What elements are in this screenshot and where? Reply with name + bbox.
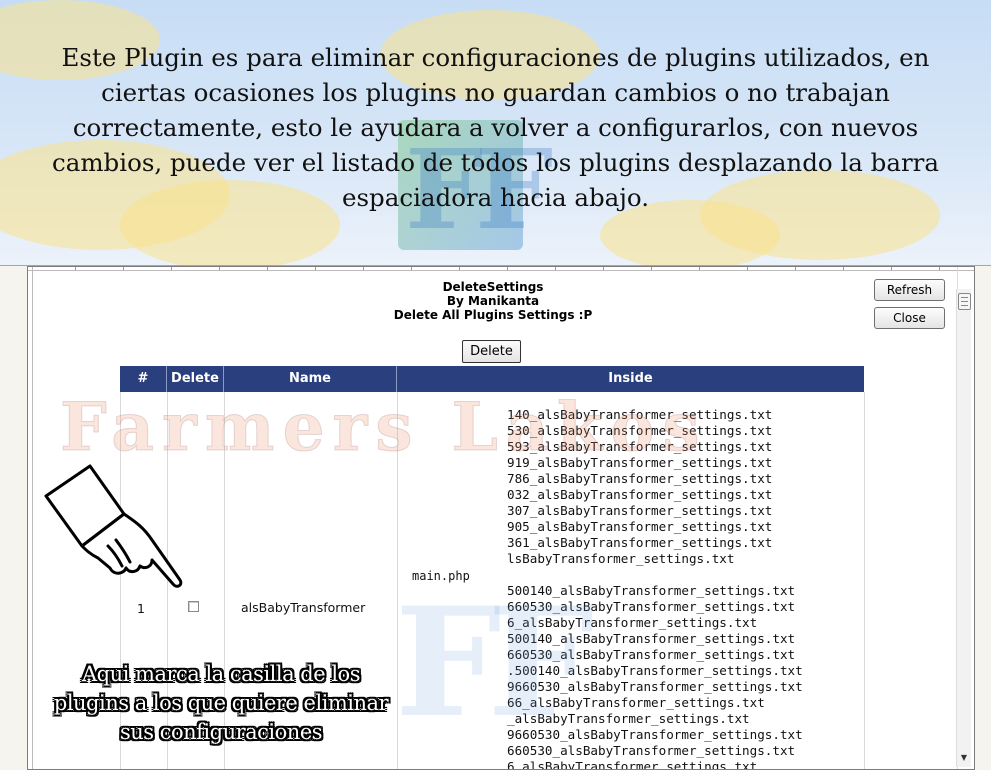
settings-file-item: 905_alsBabyTransformer_settings.txt (507, 519, 773, 534)
dialog-title: DeleteSettings (442, 280, 544, 294)
dialog-author: By Manikanta (446, 294, 540, 308)
settings-file-item: 307_alsBabyTransformer_settings.txt (507, 503, 773, 518)
settings-file-item: 6_alsBabyTransformer_settings.txt (507, 759, 758, 770)
scrollbar[interactable]: ▲ ▼ (956, 289, 971, 767)
plugin-name: alsBabyTransformer (241, 600, 366, 615)
scroll-down-arrow-icon[interactable]: ▼ (957, 753, 971, 763)
delete-button[interactable]: Delete (462, 340, 521, 363)
row-number: 1 (137, 601, 145, 616)
delete-checkbox[interactable] (188, 601, 199, 612)
instruction-banner: FF Este Plugin es para eliminar configur… (0, 0, 991, 266)
banner-text: Este Plugin es para eliminar configuraci… (51, 43, 939, 212)
settings-file-item: lsBabyTransformer_settings.txt (507, 551, 735, 566)
column-separator (864, 392, 865, 769)
pointing-hand-icon (44, 464, 183, 588)
instruction-caption: Aqui marca la casilla de los plugins a l… (53, 662, 389, 744)
logo-watermark-bottom: FF (395, 575, 594, 751)
dialog-header: DeleteSettings By Manikanta Delete All P… (228, 280, 758, 322)
settings-file-item: 032_alsBabyTransformer_settings.txt (507, 487, 773, 502)
settings-file-item: 786_alsBabyTransformer_settings.txt (507, 471, 773, 486)
dialog-subtitle: Delete All Plugins Settings :P (393, 308, 593, 322)
refresh-button[interactable]: Refresh (874, 279, 945, 301)
farmers-watermark: Farmers Lakos (60, 388, 708, 467)
close-button[interactable]: Close (874, 307, 945, 329)
scrollbar-thumb[interactable] (958, 293, 971, 310)
settings-file-item: 361_alsBabyTransformer_settings.txt (507, 535, 773, 550)
